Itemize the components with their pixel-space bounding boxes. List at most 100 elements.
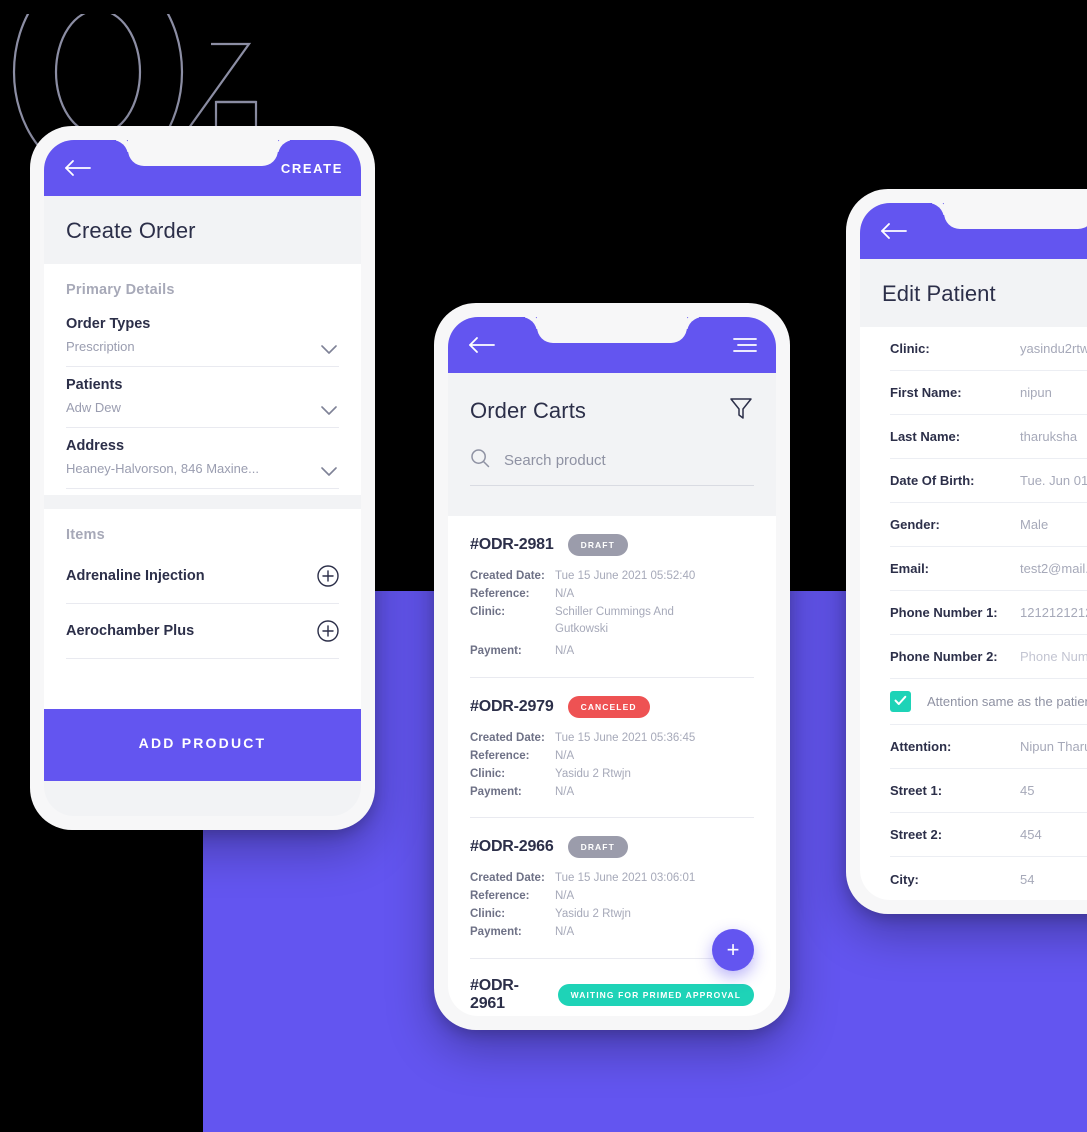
field-value: 454 [1020,827,1042,842]
kv-value: N/A [555,587,575,600]
order-head: #ODR-2966 DRAFT [470,836,754,859]
field-city[interactable]: City: 54 [890,857,1087,900]
kv-value: N/A [555,645,575,658]
order-clinic: Clinic: Yasidu 2 Rtwjn [470,766,754,784]
search-icon [470,448,490,473]
plus-circle-icon[interactable] [317,620,339,642]
kv-key: Clinic: [470,767,506,780]
field-label: Street 1: [890,783,943,798]
list-item[interactable]: #ODR-2979 CANCELED Created Date: Tue 15 … [470,678,754,819]
field-label: Phone Number 2: [890,649,998,664]
status-badge: WAITING FOR PRIMED APPROVAL [557,983,754,1006]
field-gender[interactable]: Gender: Male [890,503,1087,547]
page-title: Order Carts [470,397,587,423]
hamburger-icon[interactable] [732,335,758,355]
order-clinic: Clinic: Yasidu 2 Rtwjn [470,906,754,924]
list-item[interactable]: #ODR-2961 WAITING FOR PRIMED APPROVAL [470,959,754,1016]
kv-key: Payment: [470,925,522,938]
kv-value: N/A [555,925,575,938]
phone-edit-patient: Edit Patient Clinic: yasindu2rtwj First … [846,189,1087,914]
list-item[interactable]: #ODR-2981 DRAFT Created Date: Tue 15 Jun… [470,516,754,679]
kv-value: N/A [555,890,575,903]
field-attention[interactable]: Attention: Nipun Tharu [890,725,1087,769]
card-divider-gap [44,495,361,509]
item-name: Adrenaline Injection [66,568,205,584]
kv-key: Created Date: [470,872,545,885]
list-item[interactable]: Adrenaline Injection [66,549,339,604]
field-clinic[interactable]: Clinic: yasindu2rtwj [890,327,1087,371]
kv-key: Created Date: [470,570,545,582]
field-last-name[interactable]: Last Name: tharuksha [890,415,1087,459]
field-label: Attention: [890,739,952,754]
kv-value: Tue 15 June 2021 05:52:40 [555,570,696,582]
status-badge: DRAFT [567,534,628,556]
chevron-down-icon[interactable] [321,464,337,476]
search-input[interactable]: Search product [470,448,754,486]
screen-create-order: CREATE Create Order Primary Details Orde… [44,140,361,816]
checkbox[interactable] [890,691,911,712]
status-badge: CANCELED [567,696,650,719]
field-label: Last Name: [890,429,961,444]
item-name: Aerochamber Plus [66,623,195,639]
kv-key: Clinic: [470,907,506,920]
add-product-button[interactable]: ADD PRODUCT [44,709,361,781]
field-street-2[interactable]: Street 2: 454 [890,813,1087,857]
field-value: Male [1020,517,1049,532]
section-label-items: Items [66,527,105,543]
items-card: Items Adrenaline Injection Aerochamber P… [44,509,361,709]
device-notch [521,317,703,343]
field-address[interactable]: Address Heaney-Halvorson, 846 Maxine... [66,428,339,489]
list-item[interactable]: #ODR-2966 DRAFT Created Date: Tue 15 Jun… [470,818,754,959]
arrow-left-icon[interactable] [878,221,908,241]
field-value: 54 [1020,871,1035,887]
field-value: nipun [1020,385,1052,400]
kv-value: Schiller Cummings And Gutkowski [555,605,674,636]
field-street-1[interactable]: Street 1: 45 [890,769,1087,813]
create-button[interactable]: CREATE [281,161,343,176]
field-label: Email: [890,561,930,576]
field-phone-number-1[interactable]: Phone Number 1: 121212121212 [890,591,1087,635]
field-patients[interactable]: Patients Adw Dew [66,367,339,428]
field-label: Date Of Birth: [890,473,975,488]
appbar-order-carts [448,317,776,373]
field-date-of-birth[interactable]: Date Of Birth: Tue. Jun 01, 2 [890,459,1087,503]
order-payment: Payment: N/A [470,784,754,802]
order-reference: Reference: N/A [470,888,754,906]
status-badge: DRAFT [567,836,628,859]
order-payment: Payment: N/A [470,924,754,942]
chevron-down-icon[interactable] [321,403,337,415]
kv-key: Reference: [470,890,530,903]
order-reference: Reference: N/A [470,748,754,766]
kv-value: Tue 15 June 2021 05:36:45 [555,732,696,745]
page-head-create-order: Create Order [44,196,361,264]
arrow-left-icon[interactable] [466,335,496,355]
attention-same-as-patient-checkbox-row[interactable]: Attention same as the patient [890,679,1087,725]
list-item[interactable]: Aerochamber Plus [66,604,339,659]
field-label: Gender: [890,517,940,532]
field-order-types[interactable]: Order Types Prescription [66,306,339,367]
plus-circle-icon[interactable] [317,565,339,587]
filter-funnel-icon[interactable] [728,395,754,426]
kv-value: Yasidu 2 Rtwjn [555,907,631,920]
field-value: Heaney-Halvorson, 846 Maxine... [66,461,259,476]
kv-key: Reference: [470,749,530,762]
field-phone-number-2[interactable]: Phone Number 2: Phone Numb [890,635,1087,679]
kv-key: Created Date: [470,732,545,745]
order-id: #ODR-2979 [470,698,554,716]
chevron-down-icon[interactable] [321,342,337,354]
add-order-fab[interactable]: + [712,929,754,971]
order-clinic: Clinic: Schiller Cummings And Gutkowski [470,604,754,640]
field-email[interactable]: Email: test2@mail.c [890,547,1087,591]
field-value: Adw Dew [66,400,121,415]
field-value: 45 [1020,783,1035,798]
arrow-left-icon[interactable] [62,158,92,178]
order-created-date: Created Date: Tue 15 June 2021 03:06:01 [470,870,754,888]
items-empty-space [66,659,339,689]
poster-stage: CREATE Create Order Primary Details Orde… [0,0,1087,1132]
patient-form-card: Clinic: yasindu2rtwj First Name: nipun L… [860,327,1087,900]
field-first-name[interactable]: First Name: nipun [890,371,1087,415]
kv-value: N/A [555,749,575,762]
device-notch [927,203,1087,229]
kv-key: Payment: [470,785,522,798]
plus-icon: + [726,937,740,962]
